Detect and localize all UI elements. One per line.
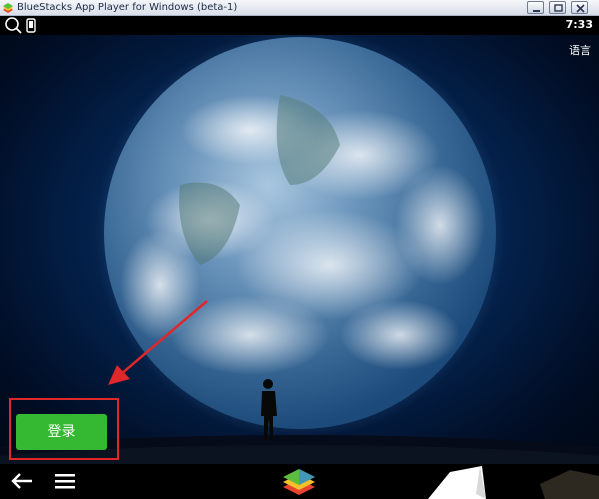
language-link[interactable]: 语言 — [569, 44, 591, 58]
status-clock: 7:33 — [565, 18, 593, 31]
window-title-bar: BlueStacks App Player for Windows (beta-… — [0, 0, 599, 16]
app-splash-screen: 语言 登录 — [0, 35, 599, 464]
back-icon[interactable] — [10, 472, 34, 490]
phone-icon — [26, 18, 36, 33]
android-nav-bar — [0, 464, 599, 499]
android-status-bar: 7:33 — [0, 16, 599, 35]
window-title: BlueStacks App Player for Windows (beta-… — [17, 2, 238, 13]
maximize-icon — [554, 4, 563, 12]
menu-icon[interactable] — [55, 473, 75, 489]
bluestacks-app-icon — [3, 3, 13, 13]
close-button[interactable] — [571, 1, 588, 14]
annotation-highlight-box — [9, 398, 119, 460]
search-icon[interactable] — [4, 17, 22, 34]
close-icon — [576, 4, 585, 13]
bluestacks-home-icon[interactable] — [281, 467, 317, 497]
minimize-button[interactable] — [527, 1, 544, 14]
minimize-icon — [533, 10, 540, 12]
maximize-button[interactable] — [549, 1, 566, 14]
page-curl-decoration — [428, 466, 599, 499]
